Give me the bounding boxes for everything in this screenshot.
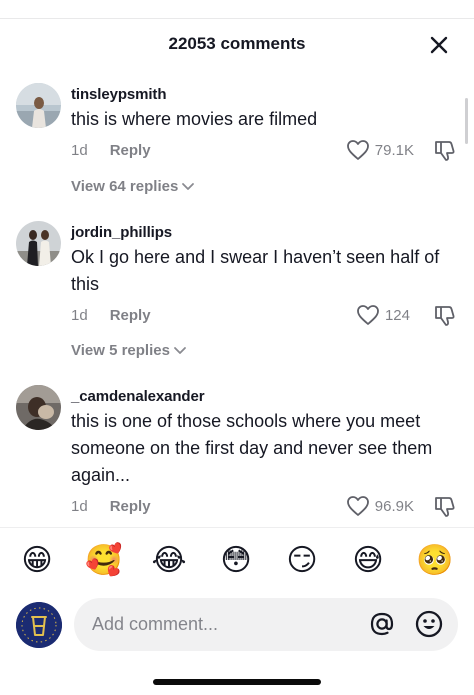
like-count: 79.1K bbox=[374, 141, 414, 159]
like-button[interactable]: 96.9K bbox=[346, 495, 414, 517]
close-icon[interactable] bbox=[428, 34, 450, 56]
comment-meta: 1d Reply bbox=[71, 498, 151, 515]
like-button[interactable]: 79.1K bbox=[346, 139, 414, 161]
comment-text: this is where movies are filmed bbox=[71, 109, 318, 129]
dislike-icon[interactable] bbox=[432, 495, 456, 519]
avatar[interactable] bbox=[16, 602, 62, 648]
comment-meta: 1d Reply bbox=[71, 142, 151, 159]
like-button[interactable]: 124 bbox=[356, 304, 410, 326]
comment-timestamp: 1d bbox=[71, 142, 88, 159]
comment-composer: Add comment... bbox=[0, 598, 474, 654]
emoji-picker-icon[interactable] bbox=[414, 609, 444, 639]
comment-input-placeholder: Add comment... bbox=[92, 614, 219, 634]
comment-username[interactable]: tinsleypsmith bbox=[71, 86, 166, 103]
comments-count-title: 22053 comments bbox=[168, 34, 306, 53]
quick-emoji-bar: 😁 🥰 😂 😳 😏 😅 🥺 bbox=[0, 543, 474, 583]
comment-item: jordin_phillips Ok I go here and I swear… bbox=[0, 218, 474, 368]
home-indicator[interactable] bbox=[153, 679, 321, 685]
composer-divider bbox=[0, 527, 474, 528]
comment-timestamp: 1d bbox=[71, 498, 88, 515]
chevron-down-icon bbox=[174, 346, 186, 354]
emoji-sweat-smile-button[interactable]: 😅 bbox=[350, 543, 386, 579]
chevron-down-icon bbox=[182, 182, 195, 190]
dislike-icon[interactable] bbox=[432, 304, 456, 328]
comment-item: _camdenalexander this is one of those sc… bbox=[0, 382, 474, 527]
emoji-laugh-button[interactable]: 😂 bbox=[151, 543, 187, 579]
mention-icon[interactable] bbox=[368, 610, 396, 638]
avatar[interactable] bbox=[16, 221, 61, 266]
comment-text: this is one of those schools where you m… bbox=[71, 411, 433, 485]
like-count: 96.9K bbox=[374, 497, 414, 515]
reply-button[interactable]: Reply bbox=[110, 142, 151, 159]
view-replies-label: View 5 replies bbox=[71, 342, 170, 359]
comments-list: tinsleypsmith this is where movies are f… bbox=[0, 72, 474, 527]
heart-icon bbox=[346, 140, 369, 160]
comment-username[interactable]: _camdenalexander bbox=[71, 388, 205, 405]
comment-meta: 1d Reply bbox=[71, 307, 151, 324]
top-divider bbox=[0, 18, 474, 19]
comment-username[interactable]: jordin_phillips bbox=[71, 224, 172, 241]
comment-item: tinsleypsmith this is where movies are f… bbox=[0, 72, 474, 200]
comments-header: 22053 comments bbox=[0, 26, 474, 64]
emoji-pleading-button[interactable]: 🥺 bbox=[416, 543, 453, 579]
comment-input[interactable]: Add comment... bbox=[74, 598, 458, 651]
comment-timestamp: 1d bbox=[71, 307, 88, 324]
view-replies-label: View 64 replies bbox=[71, 178, 179, 195]
heart-icon bbox=[346, 496, 369, 516]
emoji-flushed-button[interactable]: 😳 bbox=[218, 543, 254, 579]
reply-button[interactable]: Reply bbox=[110, 307, 151, 324]
emoji-smirk-button[interactable]: 😏 bbox=[284, 543, 320, 579]
view-replies-button[interactable]: View 64 replies bbox=[71, 178, 195, 195]
comment-text: Ok I go here and I swear I haven’t seen … bbox=[71, 247, 440, 294]
like-count: 124 bbox=[384, 306, 410, 324]
heart-icon bbox=[357, 305, 379, 325]
avatar[interactable] bbox=[16, 83, 61, 128]
avatar[interactable] bbox=[16, 385, 61, 430]
emoji-grin-button[interactable]: 😁 bbox=[19, 543, 55, 579]
reply-button[interactable]: Reply bbox=[110, 498, 151, 515]
view-replies-button[interactable]: View 5 replies bbox=[71, 342, 187, 359]
dislike-icon[interactable] bbox=[432, 139, 456, 163]
emoji-hearts-button[interactable]: 🥰 bbox=[85, 543, 122, 579]
